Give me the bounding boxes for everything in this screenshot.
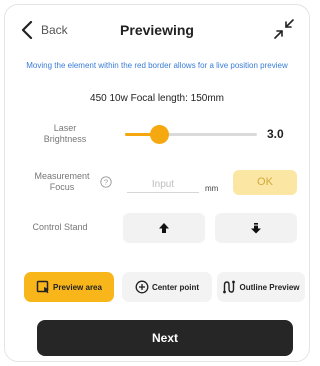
stand-up-button[interactable] xyxy=(123,213,205,243)
preview-area-icon xyxy=(36,280,49,294)
arrow-down-icon xyxy=(251,223,261,234)
svg-text:?: ? xyxy=(104,178,108,187)
preview-area-label: Preview area xyxy=(53,282,102,292)
preview-area-button[interactable]: Preview area xyxy=(24,272,114,302)
help-icon[interactable]: ? xyxy=(100,176,112,188)
preview-notice: Moving the element within the red border… xyxy=(26,61,288,70)
outline-preview-label: Outline Preview xyxy=(239,282,300,292)
brightness-label: Laser Brightness xyxy=(43,123,87,144)
header: Back Previewing xyxy=(5,5,309,55)
stand-down-button[interactable] xyxy=(215,213,297,243)
outline-preview-button[interactable]: Outline Preview xyxy=(217,272,305,302)
brightness-slider[interactable] xyxy=(125,125,257,144)
brightness-value: 3.0 xyxy=(267,127,284,141)
next-button[interactable]: Next xyxy=(37,320,293,356)
laser-info: 450 10w Focal length: 150mm xyxy=(90,93,224,104)
outline-path-icon xyxy=(223,280,236,294)
center-point-button[interactable]: Center point xyxy=(122,272,212,302)
measurement-focus-label: Measurement Focus xyxy=(34,171,90,192)
control-stand-label: Control Stand xyxy=(32,222,88,232)
unit-label: mm xyxy=(205,184,219,193)
center-point-label: Center point xyxy=(151,282,200,292)
ok-button[interactable]: OK xyxy=(233,170,297,195)
page-title: Previewing xyxy=(120,22,194,38)
measurement-focus-input[interactable] xyxy=(127,176,199,193)
brightness-slider-thumb[interactable] xyxy=(150,125,170,144)
arrow-up-icon xyxy=(159,223,169,233)
collapse-icon[interactable] xyxy=(273,18,295,40)
crosshair-icon xyxy=(135,280,149,294)
preview-panel: Back Previewing Moving the element withi… xyxy=(4,4,310,362)
